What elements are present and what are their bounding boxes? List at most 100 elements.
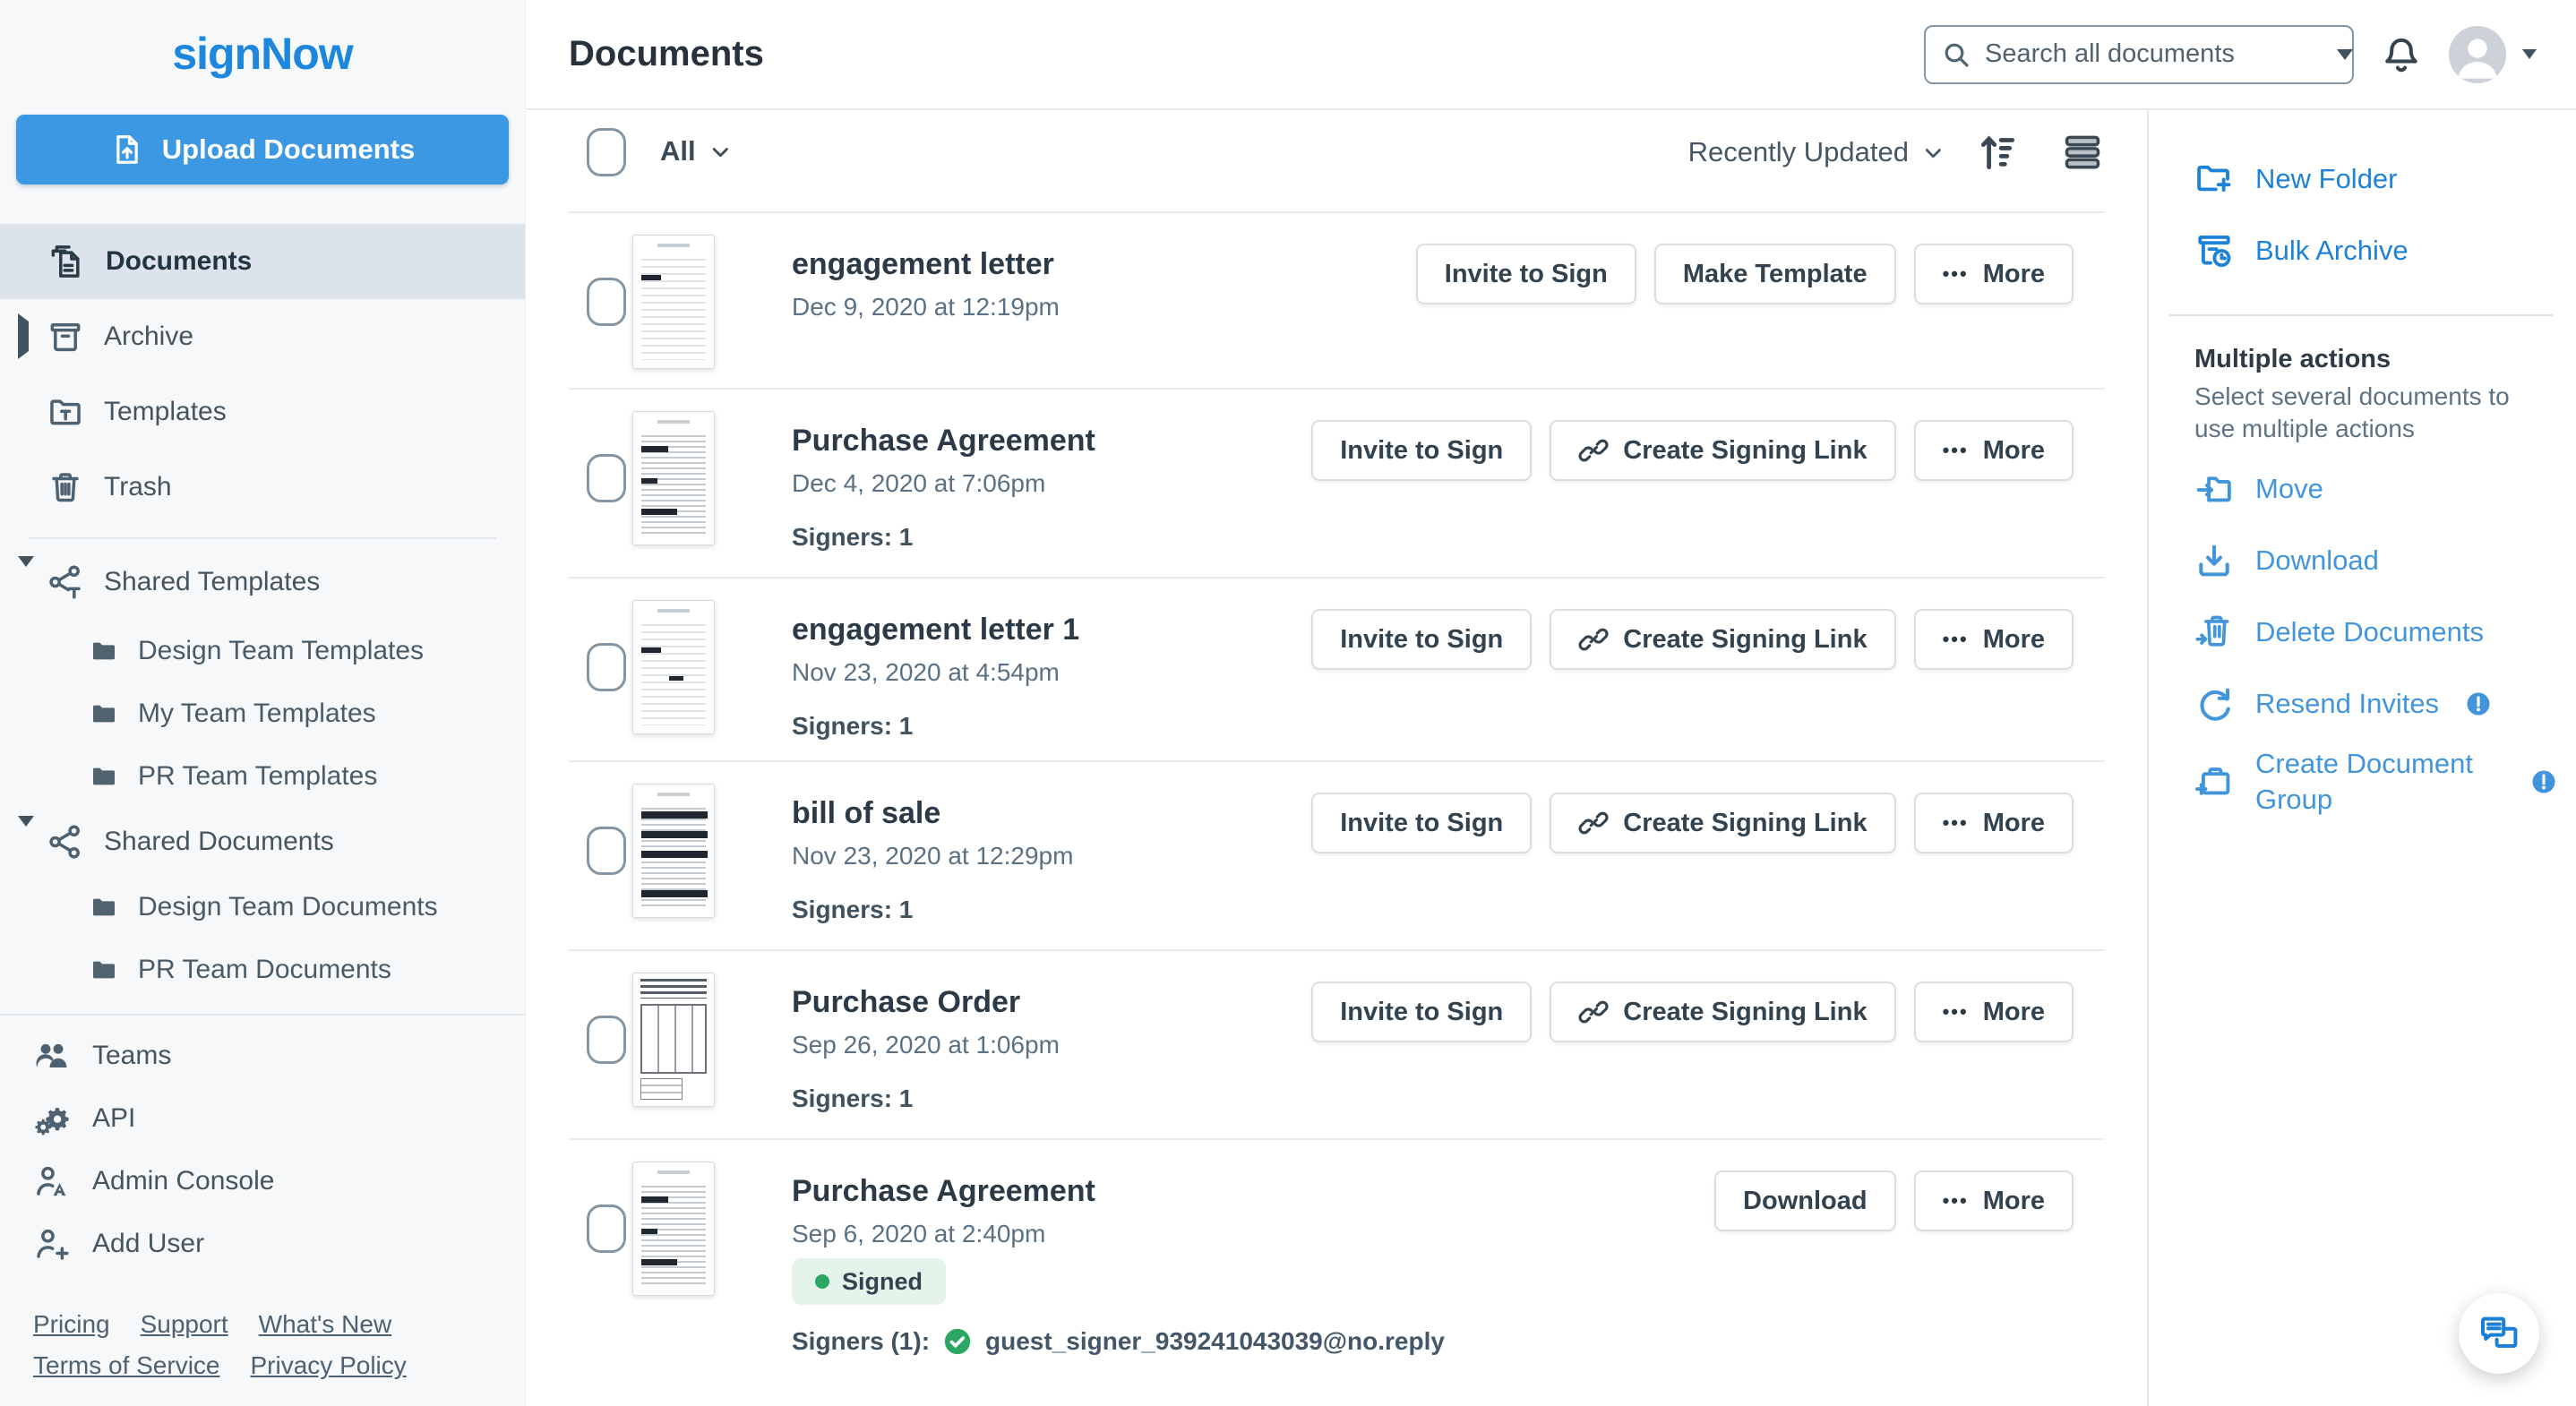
sidebar-item-admin-console[interactable]: Admin Console — [0, 1150, 525, 1213]
ellipsis-icon: ••• — [1943, 1189, 1969, 1213]
new-folder-icon — [2194, 159, 2234, 199]
document-row[interactable]: engagement letter Dec 9, 2020 at 12:19pm… — [569, 211, 2105, 388]
upload-documents-button[interactable]: Upload Documents — [16, 115, 509, 184]
list-view-icon[interactable] — [2060, 130, 2105, 175]
sort-direction-icon[interactable] — [1976, 130, 2021, 175]
sidebar-divider — [29, 537, 496, 539]
signers-count: Signers: 1 — [792, 1084, 1060, 1114]
sort-order-dropdown[interactable]: Recently Updated — [1688, 136, 1936, 168]
invite-to-sign-button[interactable]: Invite to Sign — [1311, 609, 1532, 670]
invite-to-sign-button[interactable]: Invite to Sign — [1311, 420, 1532, 481]
sidebar-item-add-user[interactable]: Add User — [0, 1213, 525, 1275]
resend-invites-icon — [2194, 684, 2234, 724]
privacy-policy-link[interactable]: Privacy Policy — [251, 1351, 407, 1380]
resend-invites-button[interactable]: Resend Invites — [2194, 674, 2576, 733]
document-thumbnail[interactable] — [632, 600, 715, 734]
invite-to-sign-button[interactable]: Invite to Sign — [1311, 982, 1532, 1042]
document-thumbnail[interactable] — [632, 973, 715, 1107]
move-folder-icon — [2194, 469, 2234, 509]
more-button[interactable]: •••More — [1914, 420, 2074, 481]
bulk-archive-button[interactable]: Bulk Archive — [2194, 221, 2576, 280]
sidebar-item-design-team-templates[interactable]: Design Team Templates — [0, 622, 525, 680]
invite-to-sign-button[interactable]: Invite to Sign — [1416, 244, 1636, 304]
more-button[interactable]: •••More — [1914, 793, 2074, 853]
avatar[interactable] — [2449, 26, 2506, 83]
sidebar-item-templates[interactable]: Templates — [0, 374, 525, 450]
download-button[interactable]: Download — [1714, 1170, 1896, 1231]
row-checkbox[interactable] — [587, 827, 626, 875]
document-thumbnail[interactable] — [632, 1162, 715, 1296]
chat-support-button[interactable] — [2459, 1293, 2539, 1374]
make-template-button[interactable]: Make Template — [1654, 244, 1896, 304]
pricing-link[interactable]: Pricing — [33, 1310, 110, 1339]
document-row[interactable]: bill of sale Nov 23, 2020 at 12:29pm Sig… — [569, 760, 2105, 949]
sidebar-item-shared-documents[interactable]: Shared Documents — [0, 808, 525, 876]
row-checkbox[interactable] — [587, 278, 626, 326]
sidebar-item-pr-team-templates[interactable]: PR Team Templates — [0, 748, 525, 805]
document-title[interactable]: bill of sale — [792, 794, 1073, 832]
info-icon[interactable] — [2464, 690, 2493, 718]
sidebar-item-documents[interactable]: Documents — [0, 224, 525, 299]
info-icon[interactable] — [2529, 767, 2558, 796]
search-box[interactable] — [1924, 25, 2354, 84]
document-title[interactable]: Purchase Agreement — [792, 1172, 1445, 1210]
document-title[interactable]: Purchase Agreement — [792, 422, 1095, 459]
create-signing-link-button[interactable]: Create Signing Link — [1550, 982, 1895, 1042]
whats-new-link[interactable]: What's New — [259, 1310, 392, 1339]
signer-email: guest_signer_939241043039@no.reply — [985, 1327, 1445, 1356]
more-button[interactable]: •••More — [1914, 982, 2074, 1042]
search-scope-caret-icon[interactable] — [2337, 49, 2353, 60]
documents-icon — [47, 242, 86, 281]
chevron-down-icon[interactable] — [18, 827, 34, 857]
sidebar-subitem-label: My Team Templates — [138, 699, 376, 729]
sidebar-item-archive[interactable]: Archive — [0, 299, 525, 374]
page-title: Documents — [569, 34, 764, 74]
sidebar-item-pr-team-documents[interactable]: PR Team Documents — [0, 941, 525, 999]
document-title[interactable]: engagement letter 1 — [792, 611, 1079, 648]
terms-of-service-link[interactable]: Terms of Service — [33, 1351, 220, 1380]
more-button[interactable]: •••More — [1914, 1170, 2074, 1231]
create-signing-link-button[interactable]: Create Signing Link — [1550, 420, 1895, 481]
row-checkbox[interactable] — [587, 643, 626, 691]
delete-documents-button[interactable]: Delete Documents — [2194, 603, 2576, 662]
account-menu-caret-icon[interactable] — [2522, 49, 2537, 59]
download-multiple-button[interactable]: Download — [2194, 531, 2576, 590]
row-checkbox[interactable] — [587, 1016, 626, 1064]
move-button[interactable]: Move — [2194, 459, 2576, 519]
document-thumbnail[interactable] — [632, 411, 715, 545]
create-signing-link-button[interactable]: Create Signing Link — [1550, 609, 1895, 670]
select-all-checkbox[interactable] — [587, 128, 626, 176]
sidebar-item-design-team-documents[interactable]: Design Team Documents — [0, 879, 525, 936]
create-document-group-button[interactable]: Create Document Group — [2194, 746, 2576, 818]
more-button[interactable]: •••More — [1914, 609, 2074, 670]
row-checkbox[interactable] — [587, 454, 626, 502]
document-thumbnail[interactable] — [632, 235, 715, 369]
document-row[interactable]: Purchase Order Sep 26, 2020 at 1:06pm Si… — [569, 949, 2105, 1138]
search-input[interactable] — [1985, 39, 2323, 69]
document-title[interactable]: engagement letter — [792, 245, 1060, 283]
sidebar-item-api[interactable]: API — [0, 1087, 525, 1150]
invite-to-sign-button[interactable]: Invite to Sign — [1311, 793, 1532, 853]
actions-panel: New Folder Bulk Archive Multiple actions… — [2147, 110, 2576, 1406]
sidebar-item-shared-templates[interactable]: Shared Templates — [0, 544, 525, 620]
support-link[interactable]: Support — [141, 1310, 228, 1339]
filter-all-dropdown[interactable]: All — [660, 135, 724, 167]
document-title[interactable]: Purchase Order — [792, 983, 1060, 1021]
more-button[interactable]: •••More — [1914, 244, 2074, 304]
create-signing-link-button[interactable]: Create Signing Link — [1550, 793, 1895, 853]
list-toolbar: All Recently Updated — [526, 110, 2147, 211]
sidebar-item-teams[interactable]: Teams — [0, 1024, 525, 1087]
document-thumbnail[interactable] — [632, 784, 715, 918]
sidebar-item-trash[interactable]: Trash — [0, 450, 525, 525]
chevron-right-icon[interactable] — [18, 321, 29, 352]
document-row[interactable]: engagement letter 1 Nov 23, 2020 at 4:54… — [569, 577, 2105, 760]
sidebar-item-my-team-templates[interactable]: My Team Templates — [0, 685, 525, 742]
document-row[interactable]: Purchase Agreement Sep 6, 2020 at 2:40pm… — [569, 1138, 2105, 1406]
row-checkbox[interactable] — [587, 1205, 626, 1253]
notifications-bell-icon[interactable] — [2381, 34, 2422, 75]
chevron-down-icon[interactable] — [18, 567, 34, 597]
new-folder-button[interactable]: New Folder — [2194, 150, 2576, 209]
document-row[interactable]: Purchase Agreement Dec 4, 2020 at 7:06pm… — [569, 388, 2105, 577]
api-gears-icon — [33, 1100, 71, 1137]
sidebar-item-label: Shared Templates — [104, 567, 320, 597]
